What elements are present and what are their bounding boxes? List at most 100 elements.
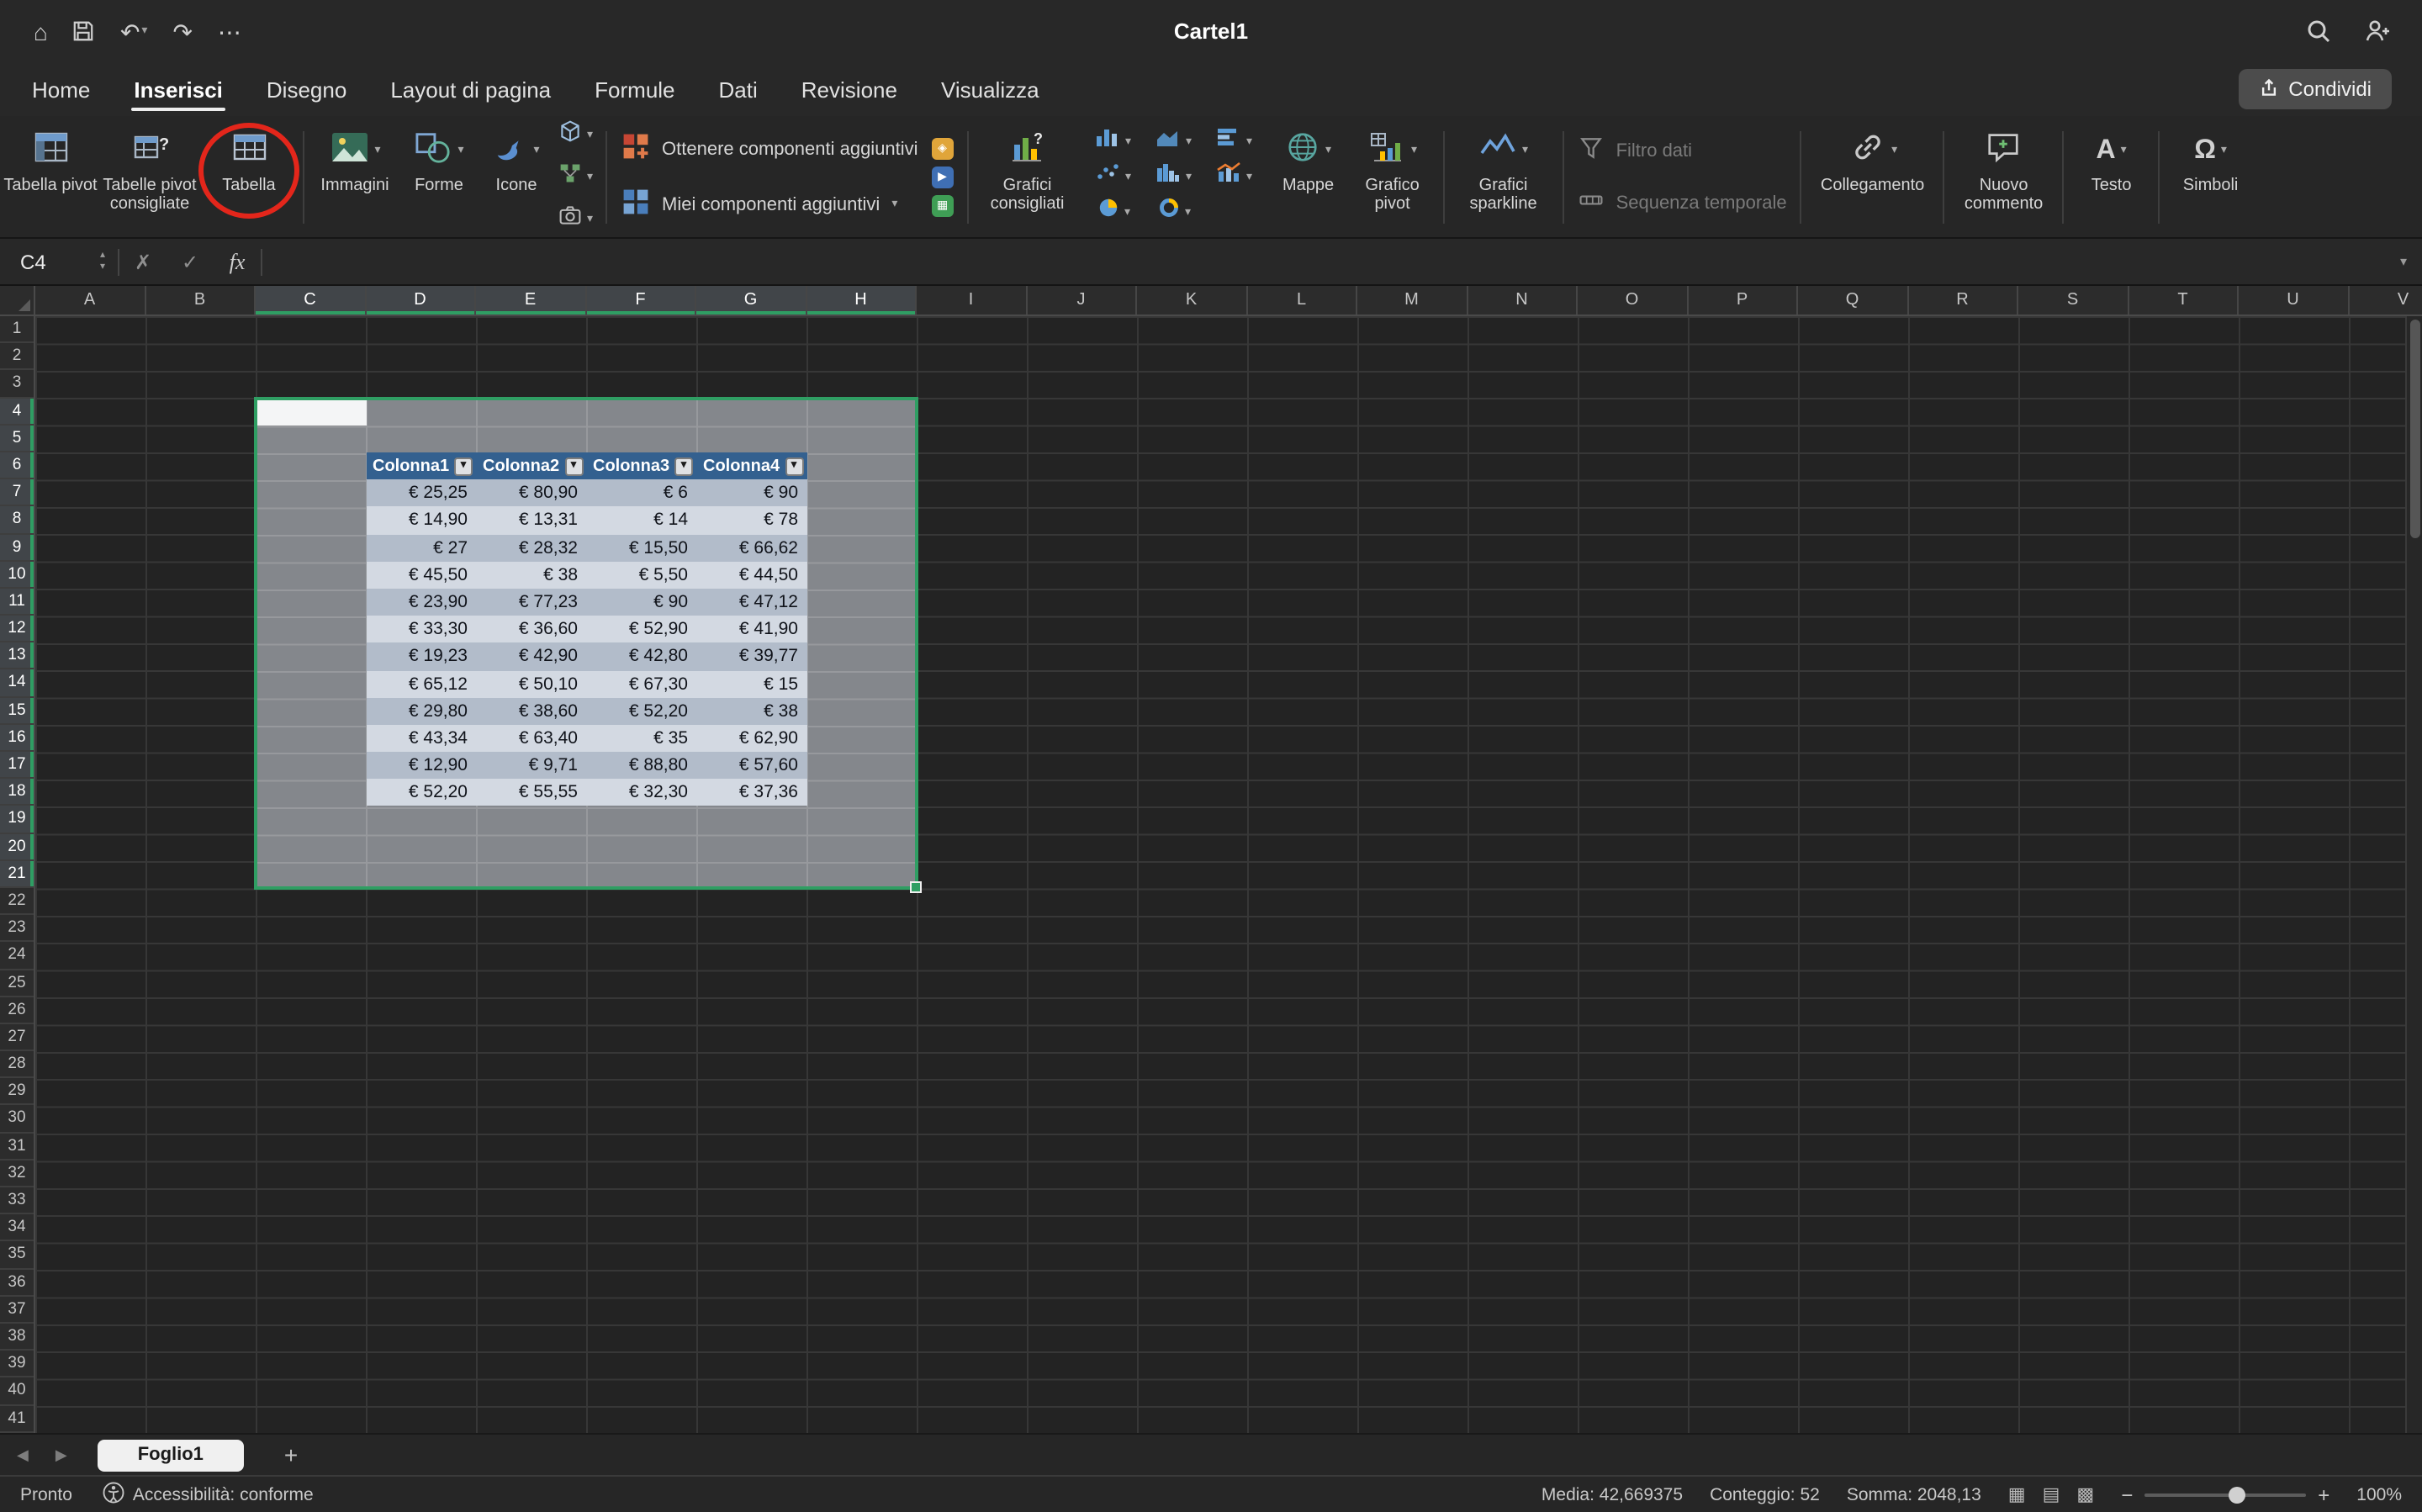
get-addins-button[interactable]: Ottenere componenti aggiuntivi	[620, 131, 918, 167]
undo-button[interactable]: ↶▾	[120, 19, 148, 43]
table-cell[interactable]: € 14,90	[366, 507, 476, 534]
table-cell[interactable]: € 88,80	[586, 752, 696, 779]
table-cell[interactable]: € 35	[586, 725, 696, 752]
row-header-38[interactable]: 38	[0, 1324, 34, 1351]
prev-sheet-button[interactable]: ◀	[17, 1446, 29, 1464]
table-cell[interactable]: € 44,50	[696, 562, 806, 589]
table-cell[interactable]: € 52,90	[586, 616, 696, 642]
table-cell[interactable]: € 12,90	[366, 752, 476, 779]
table-cell[interactable]: € 66,62	[696, 534, 806, 561]
column-header-U[interactable]: U	[2239, 286, 2349, 315]
recommended-pivot-tables-button[interactable]: ? Tabelle pivot consigliate	[98, 121, 202, 232]
table-cell[interactable]: € 36,60	[476, 616, 586, 642]
column-header-P[interactable]: P	[1688, 286, 1798, 315]
table-cell[interactable]: € 45,50	[366, 562, 476, 589]
donut-chart-button[interactable]: ▾	[1144, 194, 1204, 230]
icons-button[interactable]: ▾ Icone	[479, 121, 553, 232]
row-header-3[interactable]: 3	[0, 371, 34, 398]
column-header-K[interactable]: K	[1137, 286, 1247, 315]
symbols-button[interactable]: Ω▾ Simboli	[2167, 121, 2255, 232]
table-cell[interactable]: € 6	[586, 479, 696, 506]
row-header-22[interactable]: 22	[0, 888, 34, 915]
row-header-25[interactable]: 25	[0, 970, 34, 997]
filter-button[interactable]: ▾	[564, 457, 583, 475]
grid-cells[interactable]: Colonna1▾Colonna2▾Colonna3▾Colonna4▾€ 25…	[35, 316, 2422, 1433]
next-sheet-button[interactable]: ▶	[56, 1446, 67, 1464]
column-header-Q[interactable]: Q	[1798, 286, 1908, 315]
tab-inserisci[interactable]: Inserisci	[112, 62, 245, 116]
table-cell[interactable]: € 63,40	[476, 725, 586, 752]
sparklines-button[interactable]: ▾ Grafici sparkline	[1452, 121, 1556, 232]
page-layout-view-button[interactable]: ▤	[2043, 1483, 2060, 1505]
column-header-M[interactable]: M	[1357, 286, 1467, 315]
images-button[interactable]: ▾ Immagini	[311, 121, 399, 232]
shapes-button[interactable]: ▾ Forme	[399, 121, 479, 232]
table-cell[interactable]: € 28,32	[476, 534, 586, 561]
table-cell[interactable]: € 15,50	[586, 534, 696, 561]
share-user-icon[interactable]	[2365, 19, 2392, 44]
active-cell[interactable]	[256, 398, 366, 425]
table-header-cell[interactable]: Colonna1▾	[366, 452, 476, 479]
row-header-10[interactable]: 10	[0, 561, 34, 588]
row-header-35[interactable]: 35	[0, 1242, 34, 1269]
zoom-out-button[interactable]: −	[2121, 1483, 2133, 1506]
row-header-17[interactable]: 17	[0, 752, 34, 779]
share-button[interactable]: Condividi	[2238, 69, 2392, 109]
table-header-cell[interactable]: Colonna2▾	[476, 452, 586, 479]
row-header-2[interactable]: 2	[0, 343, 34, 370]
column-chart-button[interactable]: ▾	[1083, 124, 1144, 159]
column-header-R[interactable]: R	[1908, 286, 2018, 315]
text-button[interactable]: A▾ Testo	[2071, 121, 2152, 232]
row-header-12[interactable]: 12	[0, 616, 34, 642]
save-icon[interactable]	[73, 20, 95, 42]
row-header-26[interactable]: 26	[0, 997, 34, 1023]
table-cell[interactable]: € 47,12	[696, 589, 806, 616]
table-cell[interactable]: € 15	[696, 670, 806, 697]
table-cell[interactable]: € 38	[476, 562, 586, 589]
row-header-34[interactable]: 34	[0, 1214, 34, 1241]
column-header-S[interactable]: S	[2018, 286, 2129, 315]
addin-app-icon[interactable]: ▦	[932, 194, 954, 216]
table-cell[interactable]: € 78	[696, 507, 806, 534]
row-header-16[interactable]: 16	[0, 725, 34, 752]
row-header-29[interactable]: 29	[0, 1079, 34, 1106]
column-header-G[interactable]: G	[696, 286, 806, 315]
table-cell[interactable]: € 50,10	[476, 670, 586, 697]
tab-dati[interactable]: Dati	[697, 62, 780, 116]
column-header-H[interactable]: H	[806, 286, 917, 315]
column-header-E[interactable]: E	[476, 286, 586, 315]
pivot-chart-button[interactable]: ▾ Grafico pivot	[1349, 121, 1436, 232]
tab-revisione[interactable]: Revisione	[780, 62, 919, 116]
tab-formule[interactable]: Formule	[573, 62, 696, 116]
name-box-spinner[interactable]: ▴ ▾	[87, 251, 118, 272]
table-cell[interactable]: € 38	[696, 697, 806, 724]
row-header-28[interactable]: 28	[0, 1051, 34, 1078]
table-cell[interactable]: € 19,23	[366, 643, 476, 670]
row-header-15[interactable]: 15	[0, 697, 34, 724]
addin-app-icon[interactable]: ◈	[932, 137, 954, 159]
sheet-tab-foglio1[interactable]: Foglio1	[98, 1439, 244, 1471]
histogram-chart-button[interactable]: ▾	[1144, 159, 1204, 194]
table-cell[interactable]: € 9,71	[476, 752, 586, 779]
row-header-23[interactable]: 23	[0, 915, 34, 942]
table-cell[interactable]: € 41,90	[696, 616, 806, 642]
filter-button[interactable]: ▾	[454, 457, 473, 475]
table-cell[interactable]: € 80,90	[476, 479, 586, 506]
table-cell[interactable]: € 29,80	[366, 697, 476, 724]
row-header-8[interactable]: 8	[0, 507, 34, 534]
table-cell[interactable]: € 55,55	[476, 780, 586, 806]
filter-button[interactable]: ▾	[785, 457, 803, 475]
row-header-1[interactable]: 1	[0, 316, 34, 343]
table-cell[interactable]: € 38,60	[476, 697, 586, 724]
row-header-21[interactable]: 21	[0, 861, 34, 888]
table-cell[interactable]: € 25,25	[366, 479, 476, 506]
row-header-27[interactable]: 27	[0, 1024, 34, 1051]
scatter-chart-button[interactable]: ▾	[1083, 159, 1144, 194]
combo-chart-button[interactable]: ▾	[1204, 159, 1265, 194]
table-cell[interactable]: € 57,60	[696, 752, 806, 779]
column-header-J[interactable]: J	[1027, 286, 1137, 315]
redo-button[interactable]: ↷	[172, 19, 192, 43]
column-header-O[interactable]: O	[1578, 286, 1688, 315]
3d-models-button[interactable]: ▾	[558, 119, 593, 151]
row-header-7[interactable]: 7	[0, 479, 34, 506]
